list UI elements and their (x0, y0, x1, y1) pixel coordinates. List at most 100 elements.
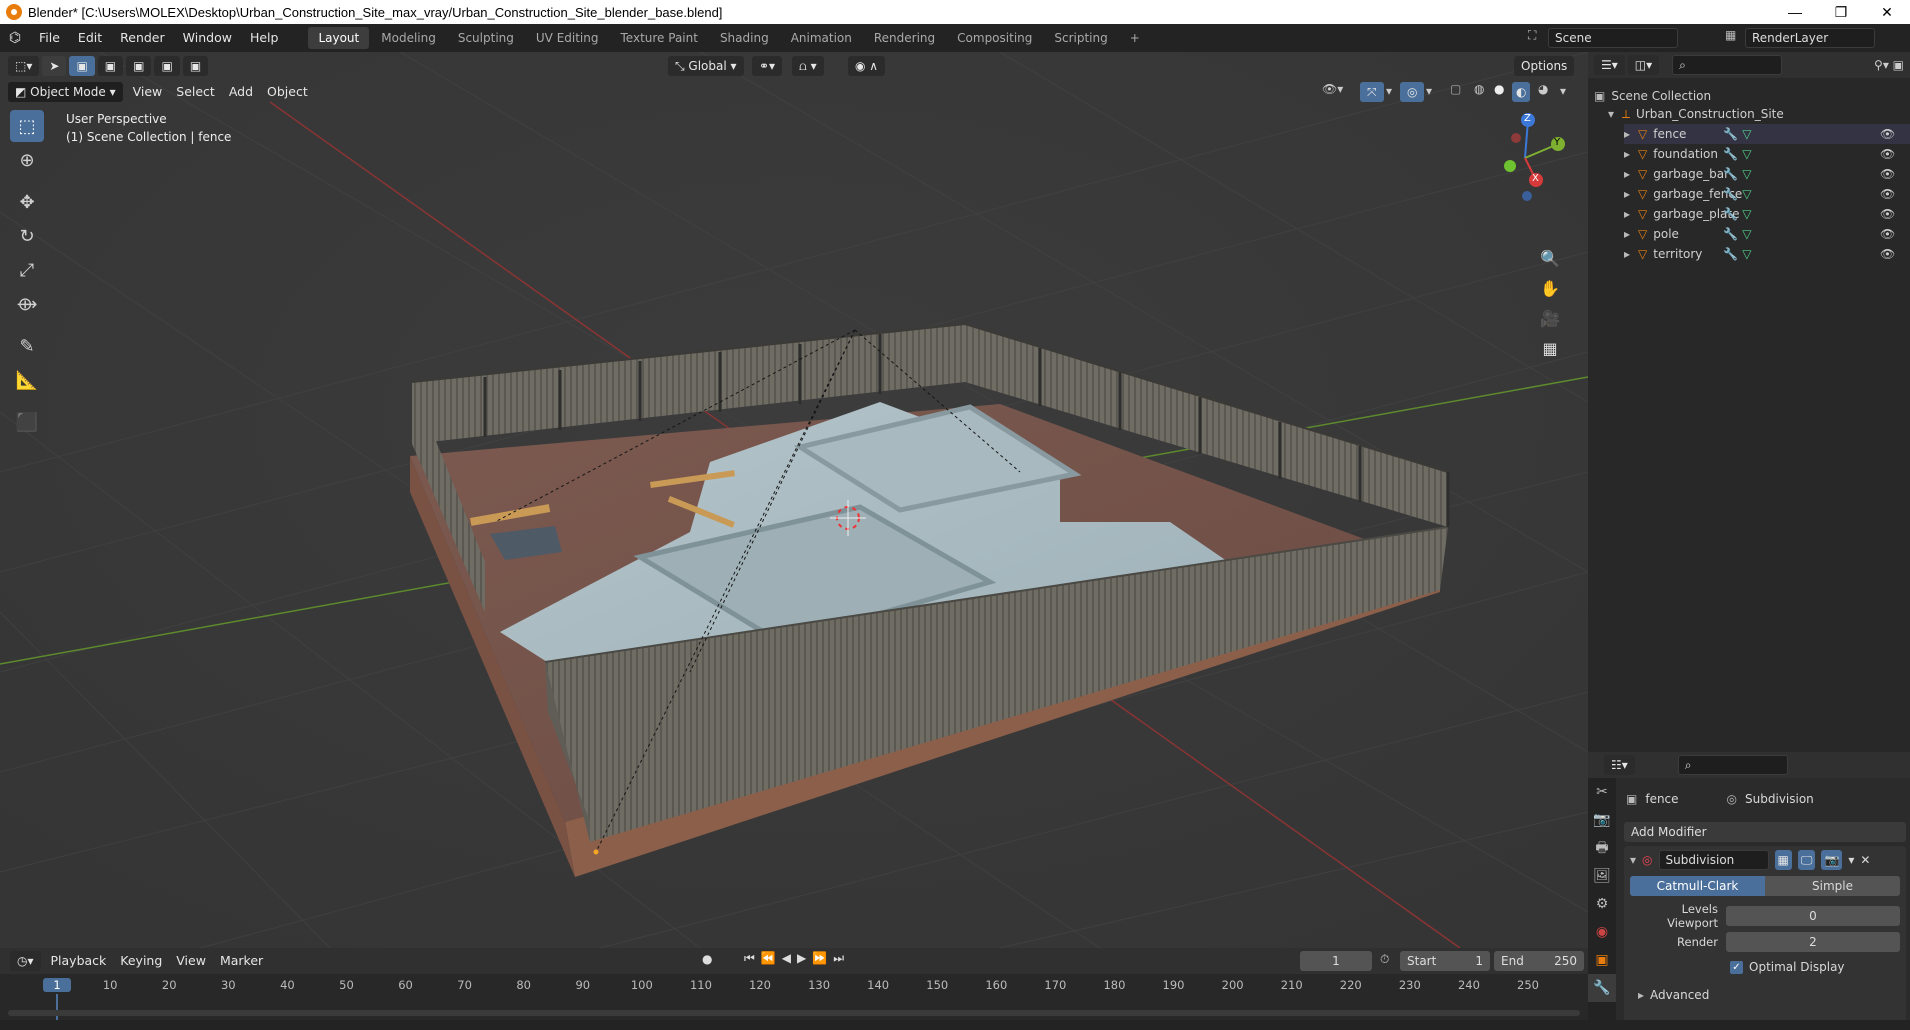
optimal-display-checkbox[interactable]: ✓ (1730, 960, 1743, 974)
outliner-item-territory[interactable]: ▸ ▽ territory 🔧 ▽ 👁 (1624, 244, 1910, 264)
add-workspace-button[interactable]: + (1120, 27, 1150, 49)
collapse-arrow-icon[interactable]: ▾ (1630, 853, 1636, 867)
select-box-tool-icon[interactable]: ⬚ (10, 110, 44, 142)
shading-wireframe-icon[interactable]: ◍ (1474, 82, 1484, 96)
modifier-wrench-icon[interactable]: 🔧 (1723, 187, 1738, 201)
properties-editor-type-icon[interactable]: ☷▾ (1604, 755, 1635, 775)
visibility-eye-icon[interactable]: 👁 (1880, 207, 1895, 221)
outliner-item-foundation[interactable]: ▸ ▽ foundation 🔧 ▽ 👁 (1624, 144, 1910, 164)
tab-sculpting[interactable]: Sculpting (448, 27, 524, 49)
visibility-eye-icon[interactable]: 👁 (1880, 147, 1895, 161)
expand-arrow-icon[interactable]: ▾ (1608, 107, 1622, 121)
tab-scripting[interactable]: Scripting (1044, 27, 1117, 49)
ortho-grid-icon[interactable]: ▦ (1536, 334, 1564, 364)
tool-props-icon[interactable]: ✂ (1588, 778, 1616, 806)
snap-icon[interactable]: ⩍ ▾ (792, 56, 824, 76)
timeline-menu-playback[interactable]: Playback (44, 947, 114, 975)
modifier-name-field[interactable]: Subdivision (1658, 850, 1769, 870)
camera-view-icon[interactable]: 🎥 (1536, 304, 1564, 334)
select-mode-extend-icon[interactable]: ▣ (97, 56, 124, 76)
transform-orientation-dropdown[interactable]: Global (688, 59, 726, 73)
advanced-expand-icon[interactable]: ▸ (1638, 988, 1644, 1002)
cursor-tool-icon[interactable]: ⊕ (10, 144, 44, 176)
modifier-dropdown-icon[interactable]: ▾ (1848, 853, 1854, 867)
expand-arrow-icon[interactable]: ▸ (1624, 147, 1638, 161)
shading-rendered-icon[interactable]: ◕ (1538, 82, 1548, 96)
mesh-data-icon[interactable]: ▽ (1742, 227, 1751, 241)
options-dropdown[interactable]: Options (1514, 56, 1575, 76)
pan-hand-icon[interactable]: ✋ (1536, 274, 1564, 304)
edit-mode-toggle-icon[interactable]: ▦ (1774, 850, 1792, 870)
editor-type-button[interactable]: ⬚▾ (8, 56, 40, 76)
tab-compositing[interactable]: Compositing (947, 27, 1042, 49)
outliner-scene-collection[interactable]: ▣ Scene Collection (1594, 86, 1910, 106)
3d-viewport[interactable]: ⬚▾ ➤ ▣ ▣ ▣ ▣ ▣ ⤡ Global ▾ ⚭▾ ⩍ ▾ ◉ ∧ Opt… (0, 52, 1588, 948)
expand-arrow-icon[interactable]: ▸ (1624, 247, 1638, 261)
menu-render[interactable]: Render (111, 24, 174, 52)
select-mode-invert-icon[interactable]: ▣ (154, 56, 180, 76)
shading-dropdown-icon[interactable]: ▾ (1560, 84, 1566, 98)
rotate-tool-icon[interactable]: ↻ (10, 220, 44, 252)
tab-texture-paint[interactable]: Texture Paint (611, 27, 708, 49)
tab-uv-editing[interactable]: UV Editing (526, 27, 609, 49)
select-mode-intersect-icon[interactable]: ▣ (182, 56, 209, 76)
levels-viewport-field[interactable]: 0 (1726, 906, 1900, 926)
next-key-icon[interactable]: ⏩ (812, 951, 833, 965)
menu-help[interactable]: Help (241, 24, 288, 52)
scene-field[interactable]: Scene (1548, 28, 1678, 48)
menu-file[interactable]: File (30, 24, 69, 52)
tab-layout[interactable]: Layout (308, 27, 370, 49)
proportional-edit-icon[interactable]: ◉ ∧ (848, 56, 886, 76)
timeline-scrollbar[interactable] (8, 1010, 1580, 1016)
scene-props-icon[interactable]: ⚙ (1588, 890, 1616, 918)
timeline-menu-view[interactable]: View (169, 947, 213, 975)
modifier-wrench-icon[interactable]: 🔧 (1723, 147, 1738, 161)
simple-button[interactable]: Simple (1765, 876, 1900, 896)
render-levels-field[interactable]: 2 (1726, 932, 1900, 952)
expand-arrow-icon[interactable]: ▸ (1624, 207, 1638, 221)
close-button[interactable]: ✕ (1864, 0, 1910, 24)
visibility-eye-icon[interactable]: 👁 (1880, 127, 1895, 141)
shading-solid-icon[interactable]: ● (1494, 82, 1504, 96)
object-props-icon[interactable]: ▣ (1588, 946, 1616, 974)
zoom-icon[interactable]: 🔍 (1536, 244, 1564, 274)
end-frame-field[interactable]: End 250 (1494, 951, 1584, 971)
timeline-menu-keying[interactable]: Keying (113, 947, 169, 975)
tab-animation[interactable]: Animation (781, 27, 862, 49)
visibility-eye-icon[interactable]: 👁 (1880, 187, 1895, 201)
annotate-tool-icon[interactable]: ✎ (10, 330, 44, 362)
expand-arrow-icon[interactable]: ▸ (1624, 227, 1638, 241)
properties-search-icon[interactable]: ⌕ (1677, 755, 1788, 775)
add-modifier-button[interactable]: Add Modifier (1624, 822, 1906, 842)
visibility-eye-icon[interactable]: 👁 (1880, 227, 1895, 241)
navigation-gizmo[interactable]: Z Y X (1480, 108, 1570, 208)
scale-tool-icon[interactable]: ⤢ (10, 254, 44, 286)
minimize-button[interactable]: — (1772, 0, 1818, 24)
outliner-item-pole[interactable]: ▸ ▽ pole 🔧 ▽ 👁 (1624, 224, 1910, 244)
visibility-eye-icon[interactable]: 👁 (1880, 247, 1895, 261)
select-tool-icon[interactable]: ➤ (42, 56, 67, 76)
play-reverse-icon[interactable]: ◀ (782, 951, 797, 965)
shading-material-icon[interactable]: ◐ (1512, 82, 1531, 102)
visibility-eye-icon[interactable]: 👁 (1880, 167, 1895, 181)
timeline-editor-type-icon[interactable]: ◷▾ (10, 951, 41, 971)
playhead-line[interactable] (56, 994, 58, 1020)
select-mode-subtract-icon[interactable]: ▣ (126, 56, 152, 76)
overlay-dropdown-icon[interactable]: ▾ (1426, 84, 1432, 98)
record-icon[interactable]: ● (702, 952, 712, 966)
transform-tool-icon[interactable]: ⟴ (10, 288, 44, 320)
add-cube-tool-icon[interactable]: ⬛ (10, 406, 44, 438)
outliner-item-garbage-bar[interactable]: ▸ ▽ garbage_bar 🔧 ▽ 👁 (1624, 164, 1910, 184)
tab-modeling[interactable]: Modeling (371, 27, 446, 49)
viewport-menu-view[interactable]: View (126, 78, 170, 106)
object-mode-dropdown[interactable]: Object Mode (30, 85, 106, 99)
gizmo-toggle-icon[interactable]: ⤧ (1360, 82, 1384, 102)
jump-end-icon[interactable]: ⏭ (833, 951, 850, 965)
outliner-item-fence[interactable]: ▸ ▽ fence 🔧 ▽ 👁 (1624, 124, 1910, 144)
view-layer-props-icon[interactable]: 🖼 (1588, 862, 1616, 890)
playhead-frame[interactable]: 1 (43, 978, 71, 992)
timeline-menu-marker[interactable]: Marker (213, 947, 270, 975)
modifier-wrench-icon[interactable]: 🔧 (1723, 227, 1738, 241)
modifier-wrench-icon[interactable]: 🔧 (1723, 167, 1738, 181)
mesh-data-icon[interactable]: ▽ (1742, 247, 1751, 261)
